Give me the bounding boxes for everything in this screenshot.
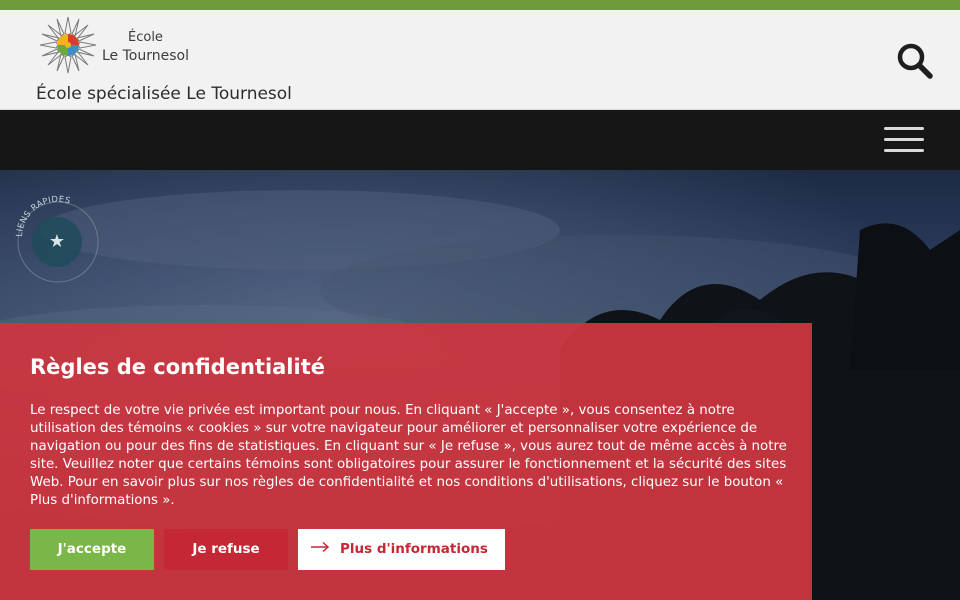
search-icon [897,43,933,79]
cookie-banner-title: Règles de confidentialité [30,355,325,379]
logo-line-2: Le Tournesol [102,48,189,64]
site-name[interactable]: École spécialisée Le Tournesol [36,84,292,104]
hamburger-bar [884,138,924,141]
hamburger-menu-button[interactable] [882,127,926,155]
hamburger-bar [884,149,924,152]
accept-cookies-button[interactable]: J'accepte [30,529,154,570]
main-navbar [0,110,960,170]
star-icon: ★ [48,231,66,252]
search-button[interactable] [894,40,936,82]
quick-links-button[interactable]: LIENS RAPIDES ★ [14,195,102,283]
cookie-banner-text: Le respect de votre vie privée est impor… [30,403,787,508]
more-info-label: Plus d'informations [340,541,488,557]
arrow-right-icon [310,529,330,570]
school-logo[interactable]: École Le Tournesol [36,15,196,75]
refuse-cookies-button[interactable]: Je refuse [164,529,288,570]
more-info-button[interactable]: Plus d'informations [298,529,505,570]
top-accent-bar [0,0,960,10]
sunflower-logo-icon [39,16,97,74]
site-header: École Le Tournesol École spécialisée Le … [0,10,960,110]
hamburger-menu-icon [884,127,924,130]
cookie-consent-banner: Règles de confidentialité Le respect de … [0,323,812,600]
logo-line-1: École [128,30,163,45]
